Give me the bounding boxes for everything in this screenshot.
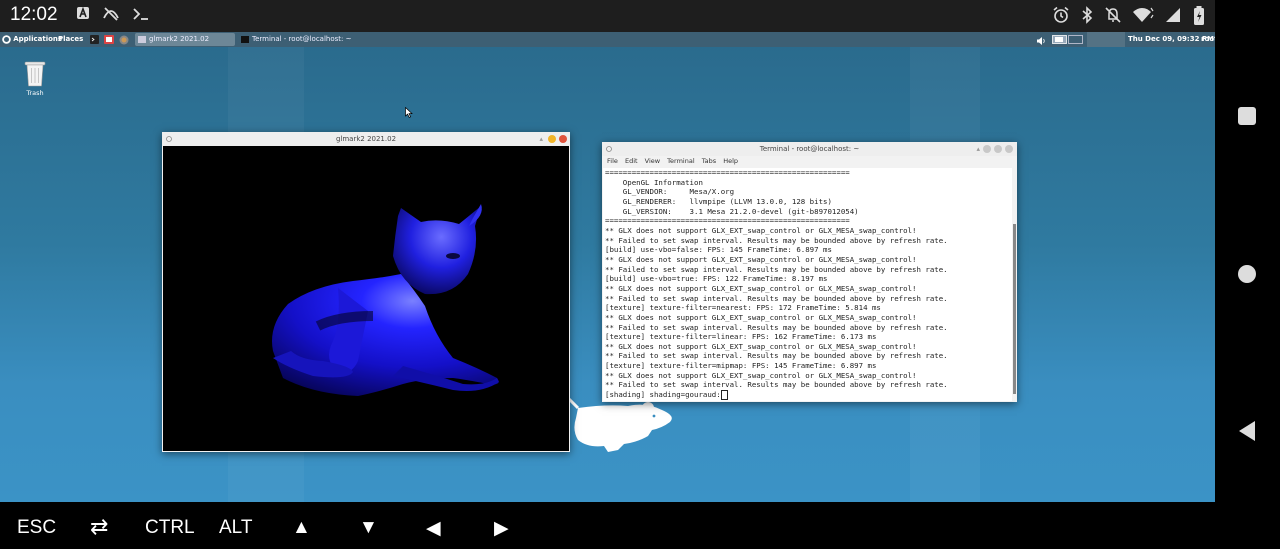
xfce-logo-icon: [2, 34, 11, 44]
close-button[interactable]: [1005, 145, 1013, 153]
terminal-launcher-icon[interactable]: [90, 35, 99, 44]
terminal-titlebar[interactable]: Terminal - root@localhost: ~ ▴: [602, 142, 1017, 156]
terminal-line: [build] use-vbo=true: FPS: 122 FrameTime…: [605, 274, 828, 284]
terminal-prompt-line[interactable]: [shading] shading=gouraud:: [605, 390, 1012, 401]
top-panel: Applications Places glmark2 2021.02 Term…: [0, 32, 1215, 47]
tab-key[interactable]: ⇄: [90, 514, 108, 540]
workspace-switcher[interactable]: [1052, 35, 1084, 45]
minimize-button[interactable]: [983, 145, 991, 153]
signal-icon: [1164, 6, 1182, 24]
panel-user[interactable]: root: [1201, 32, 1215, 47]
mouse-pointer-icon: [405, 107, 413, 118]
terminal-line: ========================================…: [605, 168, 850, 177]
terminal-icon: [241, 36, 249, 43]
glmark2-titlebar[interactable]: glmark2 2021.02 ▴: [162, 132, 570, 146]
terminal-prompt: [shading] shading=gouraud:: [605, 390, 721, 400]
ctrl-key[interactable]: CTRL: [145, 517, 195, 539]
terminal-line: ** GLX does not support GLX_EXT_swap_con…: [605, 312, 917, 322]
wifi-icon: [1132, 6, 1154, 24]
menu-view[interactable]: View: [645, 157, 660, 165]
terminal-line: ** GLX does not support GLX_EXT_swap_con…: [605, 225, 917, 235]
up-arrow-key[interactable]: ▲: [292, 517, 311, 539]
menu-tabs[interactable]: Tabs: [702, 157, 716, 165]
terminal-title: Terminal - root@localhost: ~: [759, 145, 860, 153]
window-menu-icon[interactable]: [606, 146, 612, 152]
terminal-menubar: File Edit View Terminal Tabs Help: [602, 156, 1017, 167]
taskbar-glmark2[interactable]: glmark2 2021.02: [135, 33, 235, 46]
file-manager-launcher-icon[interactable]: [104, 35, 114, 44]
terminal-line: ** Failed to set swap interval. Results …: [605, 235, 948, 245]
recents-button[interactable]: [1237, 106, 1257, 126]
taskbar-terminal[interactable]: Terminal - root@localhost: ~: [238, 33, 378, 46]
menu-file[interactable]: File: [607, 157, 618, 165]
trash-desktop-item[interactable]: Trash: [22, 59, 48, 97]
terminal-line: ** Failed to set swap interval. Results …: [605, 293, 948, 303]
terminal-line: [texture] texture-filter=nearest: FPS: 1…: [605, 303, 881, 313]
terminal-line: [texture] texture-filter=mipmap: FPS: 14…: [605, 361, 877, 371]
bluetooth-icon: [1078, 6, 1096, 24]
alt-key[interactable]: ALT: [219, 517, 252, 539]
terminal-line: GL_VERSION: 3.1 Mesa 21.2.0-devel (git-b…: [605, 206, 859, 216]
alarm-icon: [1052, 6, 1070, 24]
desktop[interactable]: Applications Places glmark2 2021.02 Term…: [0, 32, 1215, 502]
mute-icon: [1104, 6, 1122, 24]
terminal-line: OpenGL Information: [605, 177, 703, 187]
trash-label: Trash: [26, 89, 44, 97]
web-browser-launcher-icon[interactable]: [119, 35, 129, 45]
glmark2-render-canvas: [163, 146, 569, 451]
extra-keys-bar: ESC ⇄ CTRL ALT ▲ ▼ ◀ ▶: [0, 502, 1215, 549]
terminal-line: [build] use-vbo=false: FPS: 145 FrameTim…: [605, 245, 832, 255]
terminal-line: ** GLX does not support GLX_EXT_swap_con…: [605, 370, 917, 380]
terminal-window[interactable]: Terminal - root@localhost: ~ ▴ File Edit…: [602, 142, 1017, 402]
text-cursor: [720, 390, 728, 401]
window-menu-icon[interactable]: [166, 136, 172, 142]
left-arrow-key[interactable]: ◀: [426, 517, 441, 540]
a-icon: [74, 6, 92, 24]
terminal-line: ** GLX does not support GLX_EXT_swap_con…: [605, 254, 917, 264]
close-button[interactable]: [559, 135, 567, 143]
terminal-prompt-icon: [132, 6, 150, 24]
shade-icon[interactable]: ▴: [539, 132, 543, 146]
terminal-line: ** Failed to set swap interval. Results …: [605, 322, 948, 332]
applications-menu[interactable]: Applications: [2, 32, 62, 47]
terminal-line: ** Failed to set swap interval. Results …: [605, 351, 948, 361]
shade-icon[interactable]: ▴: [976, 142, 980, 156]
volume-icon[interactable]: [1036, 36, 1046, 45]
terminal-scrollbar[interactable]: [1013, 224, 1016, 394]
terminal-line: ** GLX does not support GLX_EXT_swap_con…: [605, 341, 917, 351]
shaded-cat-model: [272, 204, 499, 396]
terminal-line: ** Failed to set swap interval. Results …: [605, 264, 948, 274]
notification-area: [1087, 32, 1125, 47]
esc-key[interactable]: ESC: [17, 517, 56, 539]
menu-help[interactable]: Help: [723, 157, 738, 165]
maximize-button[interactable]: [994, 145, 1002, 153]
home-button[interactable]: [1237, 264, 1257, 284]
down-arrow-key[interactable]: ▼: [359, 517, 378, 539]
terminal-line: ** GLX does not support GLX_EXT_swap_con…: [605, 283, 917, 293]
minimize-button[interactable]: [548, 135, 556, 143]
menu-terminal[interactable]: Terminal: [667, 157, 694, 165]
terminal-line: GL_VENDOR: Mesa/X.org: [605, 187, 735, 197]
places-menu[interactable]: Places: [58, 32, 83, 47]
status-time: 12:02: [10, 4, 58, 25]
terminal-line: ========================================…: [605, 216, 850, 226]
window-icon: [138, 36, 146, 43]
android-nav-bar: [1215, 0, 1280, 549]
xfce-mouse-logo: [566, 396, 672, 452]
back-button[interactable]: [1237, 420, 1257, 442]
network-off-icon: [102, 6, 120, 24]
battery-icon: [1190, 6, 1208, 25]
glmark2-window[interactable]: glmark2 2021.02 ▴: [162, 132, 570, 452]
trash-icon: [24, 61, 46, 87]
terminal-line: ** Failed to set swap interval. Results …: [605, 380, 948, 390]
glmark2-title: glmark2 2021.02: [335, 135, 397, 143]
right-arrow-key[interactable]: ▶: [494, 517, 509, 540]
android-status-bar: 12:02: [0, 0, 1215, 32]
terminal-line: [texture] texture-filter=linear: FPS: 16…: [605, 332, 877, 342]
terminal-output[interactable]: ========================================…: [603, 168, 1012, 401]
terminal-line: GL_RENDERER: llvmpipe (LLVM 13.0.0, 128 …: [605, 196, 832, 206]
menu-edit[interactable]: Edit: [625, 157, 638, 165]
